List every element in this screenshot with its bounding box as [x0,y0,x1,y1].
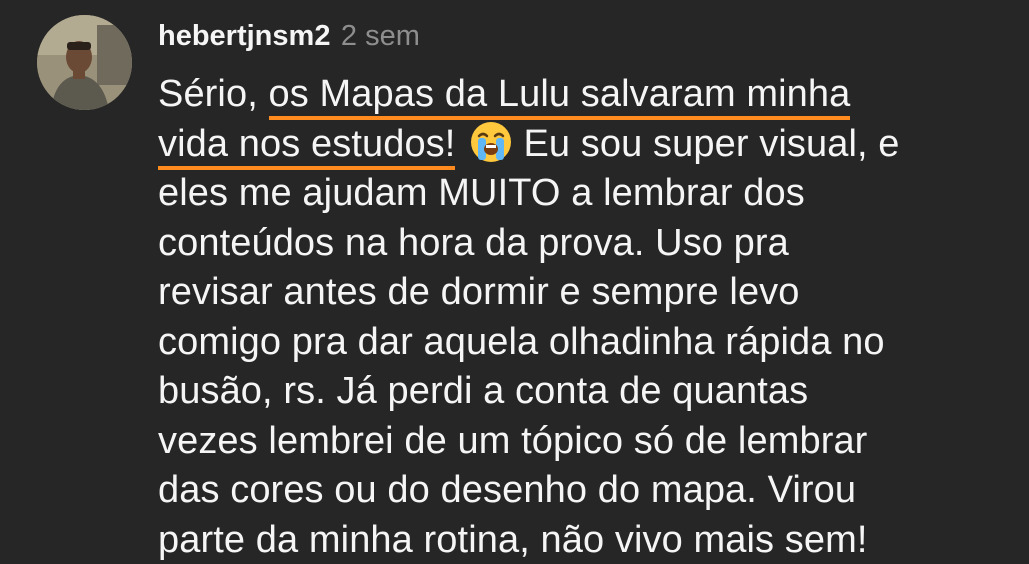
comment-line: revisar antes de dormir e sempre levo [158,271,800,313]
highlighted-text: os Mapas da Lulu salvaram minha [268,73,851,120]
highlighted-text: vida nos estudos! [158,122,456,170]
comment-line: comigo pra dar aquela olhadinha rápida n… [158,320,885,363]
comment-line: busão, rs. Já perdi a conta de quantas [158,370,809,412]
avatar[interactable] [37,15,132,110]
comment-text-segment: Sério, [158,73,269,115]
comment-line: conteúdos na hora da prova. Uso pra [158,221,789,264]
timestamp: 2 sem [340,20,420,52]
comment-text: Sério, os Mapas da Lulu salvaram minha v… [158,70,1018,564]
comment: hebertjnsm2 2 sem Sério, os Mapas da Lul… [0,0,1029,564]
comment-line: Sério, os Mapas da Lulu salvaram minha [158,70,1018,120]
comment-line: vezes lembrei de um tópico só de lembrar [158,419,868,462]
comment-line: eles me ajudam MUITO a lembrar dos [158,172,805,214]
username[interactable]: hebertjnsm2 [158,20,330,52]
comment-line: parte da minha rotina, não vivo mais sem… [158,518,868,561]
comment-text-segment: Eu sou super visual, e [523,122,900,165]
comment-header: hebertjnsm2 2 sem [158,16,420,56]
loudly-crying-face-icon [469,120,513,164]
comment-line: das cores ou do desenho do mapa. Virou [158,469,857,511]
user-photo-avatar-icon [37,15,132,110]
comment-line: vida nos estudos! Eu sou super visual, e [158,120,1018,170]
